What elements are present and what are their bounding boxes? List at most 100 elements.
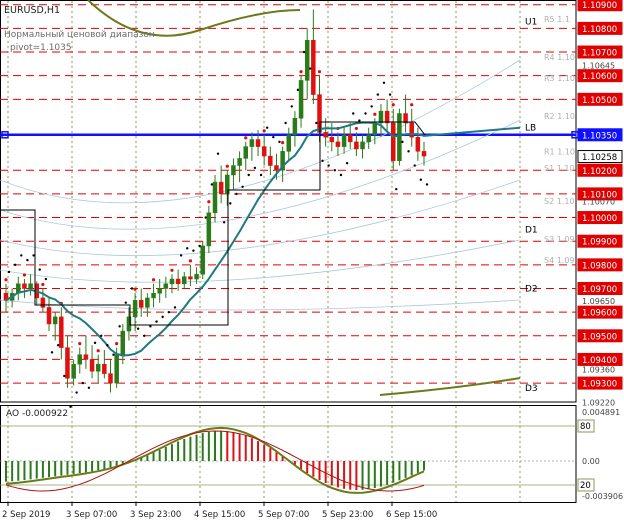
candle-body [28, 283, 33, 289]
price-tag-text: 1.10350 [582, 131, 617, 141]
sar-dot [118, 325, 121, 328]
sar-dot [370, 105, 373, 108]
level-label: S1 1.10 [544, 164, 575, 173]
candle-body [102, 363, 107, 374]
fractal-marker [262, 129, 266, 133]
sar-dot [265, 126, 269, 129]
candle-body [397, 113, 402, 162]
time-label: 4 Sep 15:00 [194, 510, 245, 520]
fractal-marker [317, 70, 322, 74]
fractal-marker [244, 136, 248, 140]
candle-body [341, 134, 347, 147]
sar-dot [130, 287, 134, 290]
sar-dot [259, 173, 263, 177]
sar-dot [401, 140, 404, 144]
sar-dot [204, 216, 207, 219]
candle-body [65, 347, 70, 379]
candle-body [311, 39, 316, 95]
candle-body [249, 139, 255, 147]
time-label: 6 Sep 15:00 [386, 510, 437, 520]
sar-dot [143, 334, 146, 337]
time-label: 2 Sep 2019 [2, 510, 50, 520]
sar-dot [87, 386, 91, 390]
candle-body [378, 110, 384, 124]
symbol-title: EURUSD,H1 [4, 5, 60, 16]
sar-dot [364, 112, 367, 115]
sar-dot [302, 50, 306, 54]
candle-body [157, 288, 162, 294]
ao-marker-text: 20 [580, 481, 591, 491]
ao-label: AO -0.000922 [6, 409, 68, 419]
candle-body [194, 274, 199, 280]
ao-marker-text: 80 [580, 422, 591, 432]
fractal-marker [207, 200, 211, 204]
candle-body [274, 165, 279, 171]
price-tag-text: 1.09300 [582, 380, 617, 390]
candle-body [52, 316, 58, 325]
candle-body [89, 359, 95, 372]
sar-dot [75, 391, 78, 394]
fractal-marker [281, 141, 285, 145]
sar-dot [186, 247, 189, 250]
candle-body [304, 39, 310, 81]
fractal-marker [78, 342, 82, 346]
sar-dot [388, 93, 392, 96]
fractal-marker [4, 278, 8, 282]
sar-dot [327, 164, 330, 167]
sar-dot [32, 254, 35, 257]
level-label: D2 [525, 284, 538, 294]
sar-dot [63, 374, 66, 378]
fractal-marker [299, 70, 303, 74]
sar-dot [124, 301, 127, 304]
sar-dot [419, 178, 423, 181]
price-chart[interactable]: U1 R5 1.1 R4 1.10 R3 1.10 R2 1.10 LB R1 1.10 S1… [0, 0, 624, 525]
candle-body [108, 373, 113, 384]
sar-dot [155, 320, 158, 323]
sar-dot [345, 161, 349, 165]
candle-body [22, 283, 27, 289]
sar-dot [167, 310, 171, 314]
sar-dot [425, 183, 429, 186]
level-label: S4 1.09 [544, 256, 575, 265]
sar-dot [376, 93, 380, 96]
sar-dot [179, 254, 183, 257]
candle-body [120, 330, 126, 355]
time-label: 5 Sep 07:00 [258, 510, 309, 520]
level-label: D1 [525, 225, 538, 235]
level-label: S2 1.10 [544, 197, 575, 206]
sar-dot [106, 344, 109, 347]
sar-dot [290, 105, 293, 108]
sar-dot [382, 81, 386, 84]
candle-body [132, 300, 138, 318]
candle-body [40, 297, 46, 308]
sar-dot [173, 306, 177, 309]
price-tag-text: 1.09500 [582, 332, 617, 342]
sar-dot [26, 258, 29, 262]
candle-body [261, 146, 267, 157]
sar-dot [229, 202, 232, 205]
fractal-marker [391, 103, 395, 107]
sar-dot [272, 135, 275, 139]
candle-body [151, 292, 156, 299]
fractal-marker [133, 287, 137, 291]
candle-body [83, 354, 89, 360]
price-tag-text: 1.10600 [582, 72, 617, 82]
candle-body [421, 151, 427, 157]
time-label: 5 Sep 23:00 [322, 510, 373, 520]
candle-body [286, 134, 292, 152]
sar-dot [296, 88, 300, 92]
sar-dot [161, 315, 164, 319]
candle-body [138, 300, 144, 308]
indicator-name: Нормальный ценовой диапазон [4, 30, 155, 40]
price-tag-text: 1.10000 [582, 214, 617, 224]
fractal-marker [170, 268, 174, 272]
sar-dot [7, 270, 11, 274]
sar-dot [81, 381, 84, 385]
sar-dot [93, 341, 97, 345]
level-label: R5 1.1 [544, 15, 570, 24]
candle-body [360, 141, 365, 150]
level-label: D3 [525, 384, 538, 394]
price-tick-label: 1.09650 [582, 297, 615, 306]
candle-body [175, 278, 181, 285]
fractal-marker [96, 349, 100, 353]
